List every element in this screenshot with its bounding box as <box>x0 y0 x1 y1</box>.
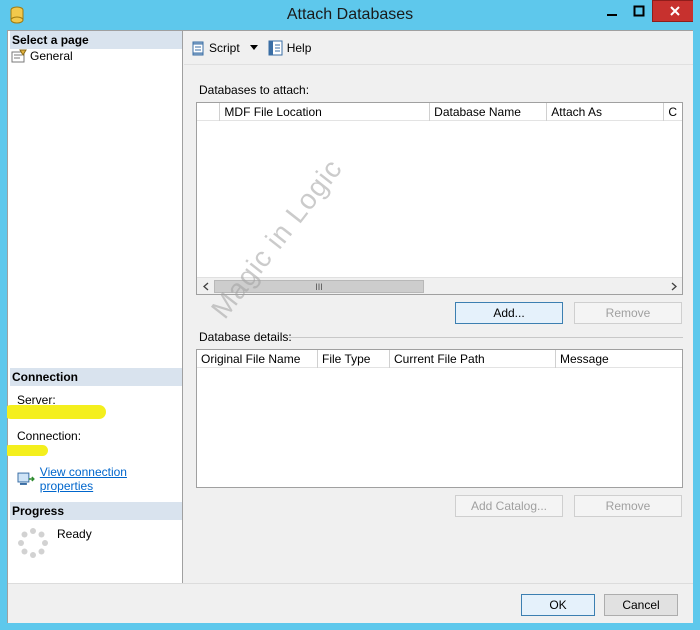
progress-status-row: Ready <box>17 527 92 559</box>
scroll-right-button[interactable] <box>665 278 682 294</box>
script-button[interactable]: Script <box>190 40 240 56</box>
horizontal-scrollbar[interactable]: III <box>197 277 682 294</box>
maximize-button[interactable] <box>625 0 652 22</box>
window-title: Attach Databases <box>286 6 414 23</box>
close-button[interactable] <box>652 0 698 22</box>
title-bar: Attach Databases <box>0 0 700 30</box>
help-icon <box>268 40 283 55</box>
minimize-icon <box>606 14 617 16</box>
progress-header: Progress <box>10 502 182 520</box>
right-pane: Script Help Databases to attach: MDF Fil… <box>184 31 693 583</box>
view-connection-link[interactable]: View connection properties <box>40 465 182 493</box>
row-header-cell <box>197 103 221 121</box>
column-header[interactable]: Original File Name <box>197 350 318 368</box>
add-catalog-button[interactable]: Add Catalog... <box>455 495 563 517</box>
database-details-grid[interactable]: Original File Name File Type Current Fil… <box>196 349 683 488</box>
connection-label: Connection: <box>17 429 82 443</box>
left-pane: Select a page General Connection Server:… <box>4 31 183 583</box>
redacted-server-value <box>4 405 106 419</box>
maximize-icon <box>633 5 644 17</box>
add-button[interactable]: Add... <box>455 302 563 324</box>
connection-header: Connection <box>10 368 182 386</box>
attach-grid-header: MDF File Location Database Name Attach A… <box>197 103 682 121</box>
database-details-title: Database details: <box>199 330 292 344</box>
details-grid-header: Original File Name File Type Current Fil… <box>197 350 682 368</box>
page-item-general[interactable]: General <box>11 49 73 63</box>
script-dropdown-button[interactable] <box>249 44 258 51</box>
column-header[interactable]: Attach As <box>547 103 665 121</box>
progress-spinner-icon <box>18 528 48 558</box>
progress-status: Ready <box>57 527 92 541</box>
help-button[interactable]: Help <box>268 40 312 56</box>
select-page-header: Select a page <box>10 31 182 49</box>
databases-to-attach-grid[interactable]: MDF File Location Database Name Attach A… <box>196 102 683 295</box>
databases-to-attach-title: Databases to attach: <box>199 83 310 97</box>
help-label: Help <box>286 40 312 55</box>
minimize-button[interactable] <box>598 0 625 22</box>
chevron-left-icon <box>202 282 208 291</box>
scroll-thumb[interactable]: III <box>214 280 424 293</box>
column-header[interactable]: C <box>664 103 682 121</box>
group-divider <box>288 337 683 338</box>
dialog-footer: OK Cancel <box>8 583 693 623</box>
column-header[interactable]: Database Name <box>430 103 548 121</box>
chevron-down-icon <box>249 44 258 50</box>
ok-button[interactable]: OK <box>521 594 595 616</box>
cancel-button[interactable]: Cancel <box>604 594 678 616</box>
close-icon <box>670 6 680 16</box>
column-header[interactable]: Current File Path <box>390 350 556 368</box>
redacted-connection-value <box>4 445 48 456</box>
page-item-label: General <box>30 49 73 63</box>
remove-details-button[interactable]: Remove <box>574 495 682 517</box>
view-connection-properties[interactable]: View connection properties <box>17 465 182 493</box>
column-header[interactable]: File Type <box>318 350 390 368</box>
chevron-right-icon <box>671 282 677 291</box>
connection-properties-icon <box>17 472 35 485</box>
scroll-left-button[interactable] <box>197 278 214 294</box>
column-header[interactable]: Message <box>556 350 682 368</box>
remove-attach-button[interactable]: Remove <box>574 302 682 324</box>
script-label: Script <box>209 40 240 55</box>
column-header[interactable]: MDF File Location <box>220 103 431 121</box>
properties-page-icon <box>11 49 27 63</box>
script-icon <box>192 41 204 55</box>
toolbar: Script Help <box>184 31 693 65</box>
